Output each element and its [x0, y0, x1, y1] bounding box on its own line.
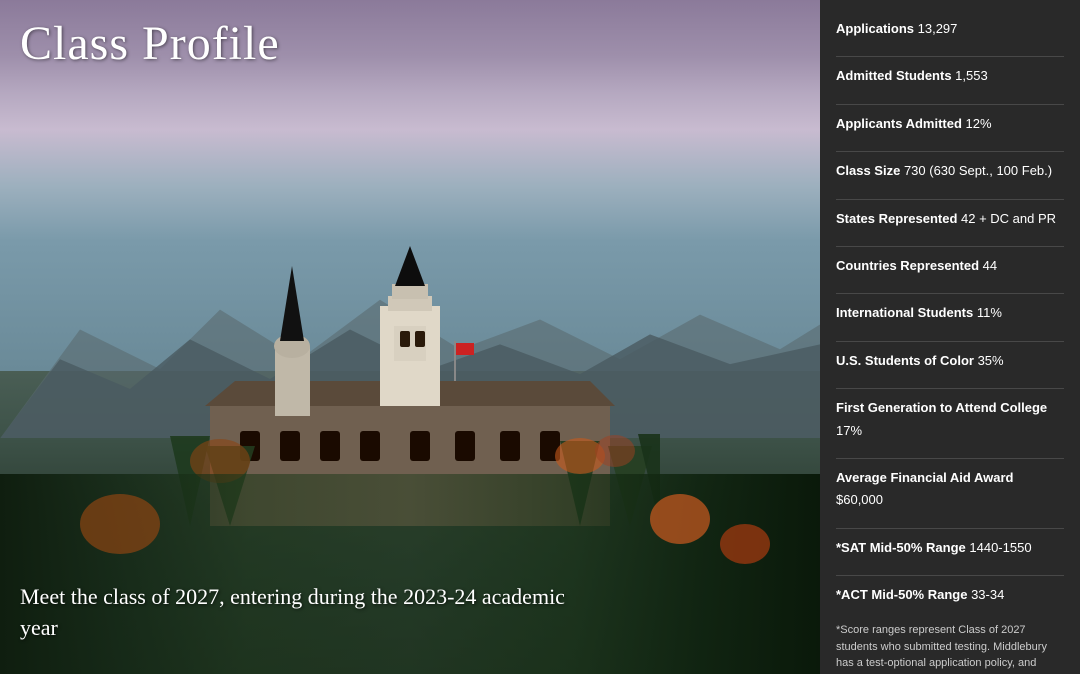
stat-divider: [836, 104, 1064, 105]
stat-value-us-students-color: 35%: [978, 353, 1004, 368]
hero-subtitle-overlay: Meet the class of 2027, entering during …: [20, 582, 580, 644]
stat-value-class-size: 730 (630 Sept., 100 Feb.): [904, 163, 1052, 178]
stat-item-financial-aid: Average Financial Aid Award $60,000: [836, 467, 1064, 512]
stat-divider: [836, 458, 1064, 459]
hero-subtitle: Meet the class of 2027, entering during …: [20, 582, 580, 644]
stat-value-financial-aid: $60,000: [836, 492, 883, 507]
stat-label-applicants-admitted: Applicants Admitted: [836, 116, 966, 131]
stat-value-first-generation: 17%: [836, 423, 862, 438]
stat-divider: [836, 575, 1064, 576]
stat-item-applications: Applications 13,297: [836, 18, 1064, 40]
stat-divider: [836, 388, 1064, 389]
stat-label-us-students-color: U.S. Students of Color: [836, 353, 978, 368]
stat-label-countries-represented: Countries Represented: [836, 258, 983, 273]
stat-item-first-generation: First Generation to Attend College 17%: [836, 397, 1064, 442]
hero-image-panel: Class Profile Meet the class of 2027, en…: [0, 0, 820, 674]
stat-value-sat-range: 1440-1550: [969, 540, 1031, 555]
autumn-tree-right2: [720, 524, 770, 564]
stat-item-us-students-color: U.S. Students of Color 35%: [836, 350, 1064, 372]
stat-label-international-students: International Students: [836, 305, 977, 320]
stat-divider: [836, 151, 1064, 152]
stat-value-applications: 13,297: [918, 21, 958, 36]
stat-item-applicants-admitted: Applicants Admitted 12%: [836, 113, 1064, 135]
stat-item-states-represented: States Represented 42 + DC and PR: [836, 208, 1064, 230]
stat-label-sat-range: *SAT Mid-50% Range: [836, 540, 969, 555]
stat-value-countries-represented: 44: [983, 258, 997, 273]
stat-value-act-range: 33-34: [971, 587, 1004, 602]
stat-value-applicants-admitted: 12%: [966, 116, 992, 131]
stats-list: Applications 13,297 Admitted Students 1,5…: [836, 18, 1064, 606]
autumn-tree-left: [80, 494, 160, 554]
footnote-text: *Score ranges represent Class of 2027 st…: [836, 622, 1064, 674]
stat-value-international-students: 11%: [977, 305, 1002, 320]
page-title: Class Profile: [20, 18, 280, 71]
stat-value-states-represented: 42 + DC and PR: [961, 211, 1056, 226]
stat-value-admitted-students: 1,553: [955, 68, 988, 83]
stat-label-financial-aid: Average Financial Aid Award: [836, 470, 1013, 485]
stat-label-first-generation: First Generation to Attend College: [836, 400, 1047, 415]
page-title-overlay: Class Profile: [20, 18, 280, 71]
stat-divider: [836, 528, 1064, 529]
stat-label-admitted-students: Admitted Students: [836, 68, 955, 83]
stat-item-class-size: Class Size 730 (630 Sept., 100 Feb.): [836, 160, 1064, 182]
stat-divider: [836, 341, 1064, 342]
stat-item-act-range: *ACT Mid-50% Range 33-34: [836, 584, 1064, 606]
stat-item-countries-represented: Countries Represented 44: [836, 255, 1064, 277]
stat-item-international-students: International Students 11%: [836, 302, 1064, 324]
stat-divider: [836, 199, 1064, 200]
stat-divider: [836, 56, 1064, 57]
stat-item-admitted-students: Admitted Students 1,553: [836, 65, 1064, 87]
stat-label-states-represented: States Represented: [836, 211, 961, 226]
stat-label-applications: Applications: [836, 21, 918, 36]
stat-label-class-size: Class Size: [836, 163, 904, 178]
stat-divider: [836, 293, 1064, 294]
stat-item-sat-range: *SAT Mid-50% Range 1440-1550: [836, 537, 1064, 559]
stats-panel: Applications 13,297 Admitted Students 1,5…: [820, 0, 1080, 674]
autumn-tree-right: [650, 494, 710, 544]
stat-divider: [836, 246, 1064, 247]
stat-label-act-range: *ACT Mid-50% Range: [836, 587, 971, 602]
